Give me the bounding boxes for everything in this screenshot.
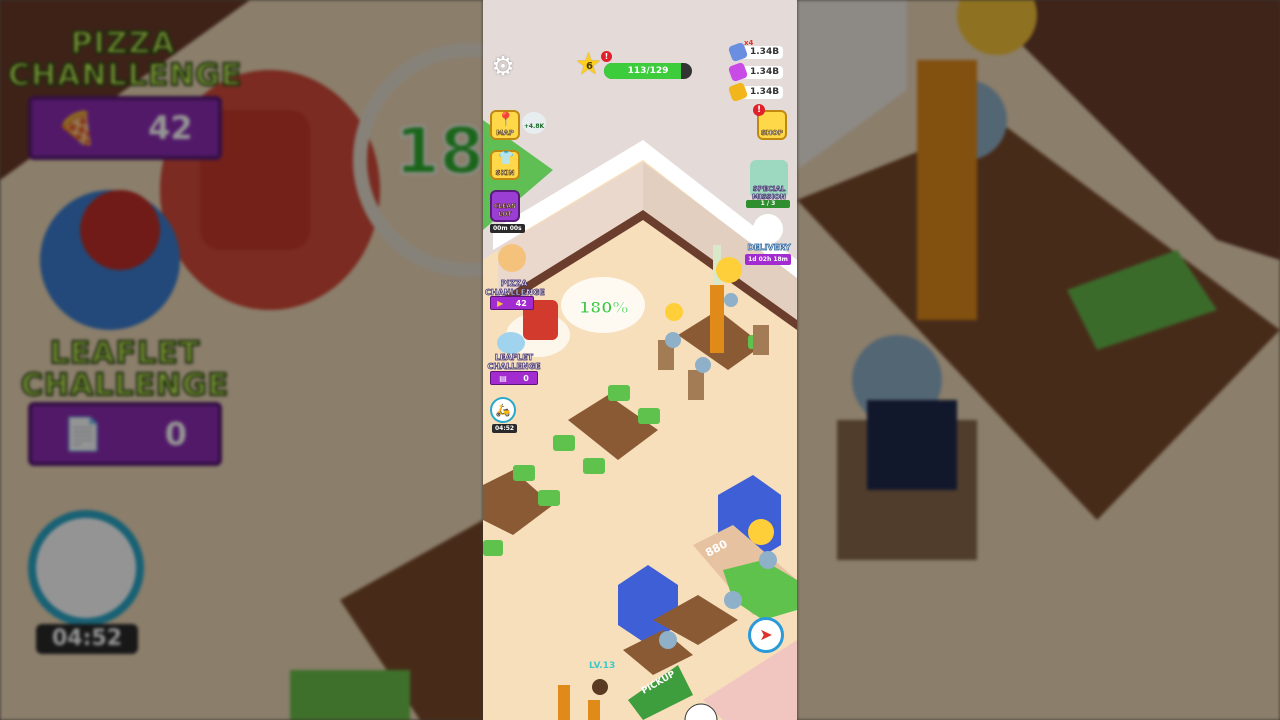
clean-lot-timer: 00m 00s — [490, 224, 525, 233]
leaflet-challenge-icon[interactable] — [497, 332, 525, 354]
clean-lot-button[interactable]: CLEAN LOT — [490, 190, 520, 222]
special-mission-label: SPECIAL MISSION — [752, 185, 786, 202]
xp-text: 113/129 — [627, 66, 669, 76]
background-right-dim — [797, 0, 1280, 720]
background-left-dim — [0, 0, 483, 720]
special-mission-progress: 1 / 3 — [746, 200, 790, 208]
compass-icon[interactable]: ➤ — [748, 617, 784, 653]
pizza-challenge-label: PIZZA CHANLLENGE — [485, 279, 546, 298]
level-alert-icon: ! — [601, 51, 612, 62]
shirt-icon: 👕 — [498, 151, 515, 166]
pizza-challenge-icon[interactable] — [498, 244, 526, 272]
delivery-event-timer: 1d 02h 18m — [745, 254, 791, 265]
background-left-zoom: PIZZA CHANLLENGE 🍕 42 LEAFLET CHALLENGE 📄 … — [0, 0, 483, 720]
stand-level: LV.13 — [589, 661, 616, 671]
delivery-short-timer: 04:52 — [492, 424, 518, 433]
shop-alert-icon: ! — [753, 104, 765, 116]
pizza-challenge-count: ▶ 42 — [490, 296, 534, 310]
map-reward-badge: +4.8K — [522, 112, 546, 134]
settings-gear-icon[interactable]: ⚙ — [489, 53, 517, 81]
boost-percent: 180% — [578, 298, 629, 318]
pizza-slice-icon: ▶ — [497, 298, 504, 308]
currency-multiplier: x4 — [744, 39, 754, 47]
map-pin-icon: 📍 — [497, 112, 515, 128]
level-number: 6 — [586, 61, 593, 72]
xp-bar: 113/129 — [604, 63, 692, 79]
leaflet-challenge-count: ▤ 0 — [490, 371, 538, 385]
delivery-event-icon[interactable] — [753, 214, 783, 244]
background-right-zoom — [797, 0, 1280, 720]
leaflet-icon: ▤ — [499, 373, 507, 383]
leaflet-challenge-label: LEAFLET CHALLENGE — [487, 353, 541, 372]
delivery-guy-icon[interactable]: 🛵 — [490, 397, 516, 423]
game-viewport[interactable]: ⚙ ★ 6 ! 113/129 1.34B x4 1.34B 1.34B MAP 📍 … — [483, 0, 797, 720]
delivery-label: DELIVERY — [747, 243, 791, 253]
